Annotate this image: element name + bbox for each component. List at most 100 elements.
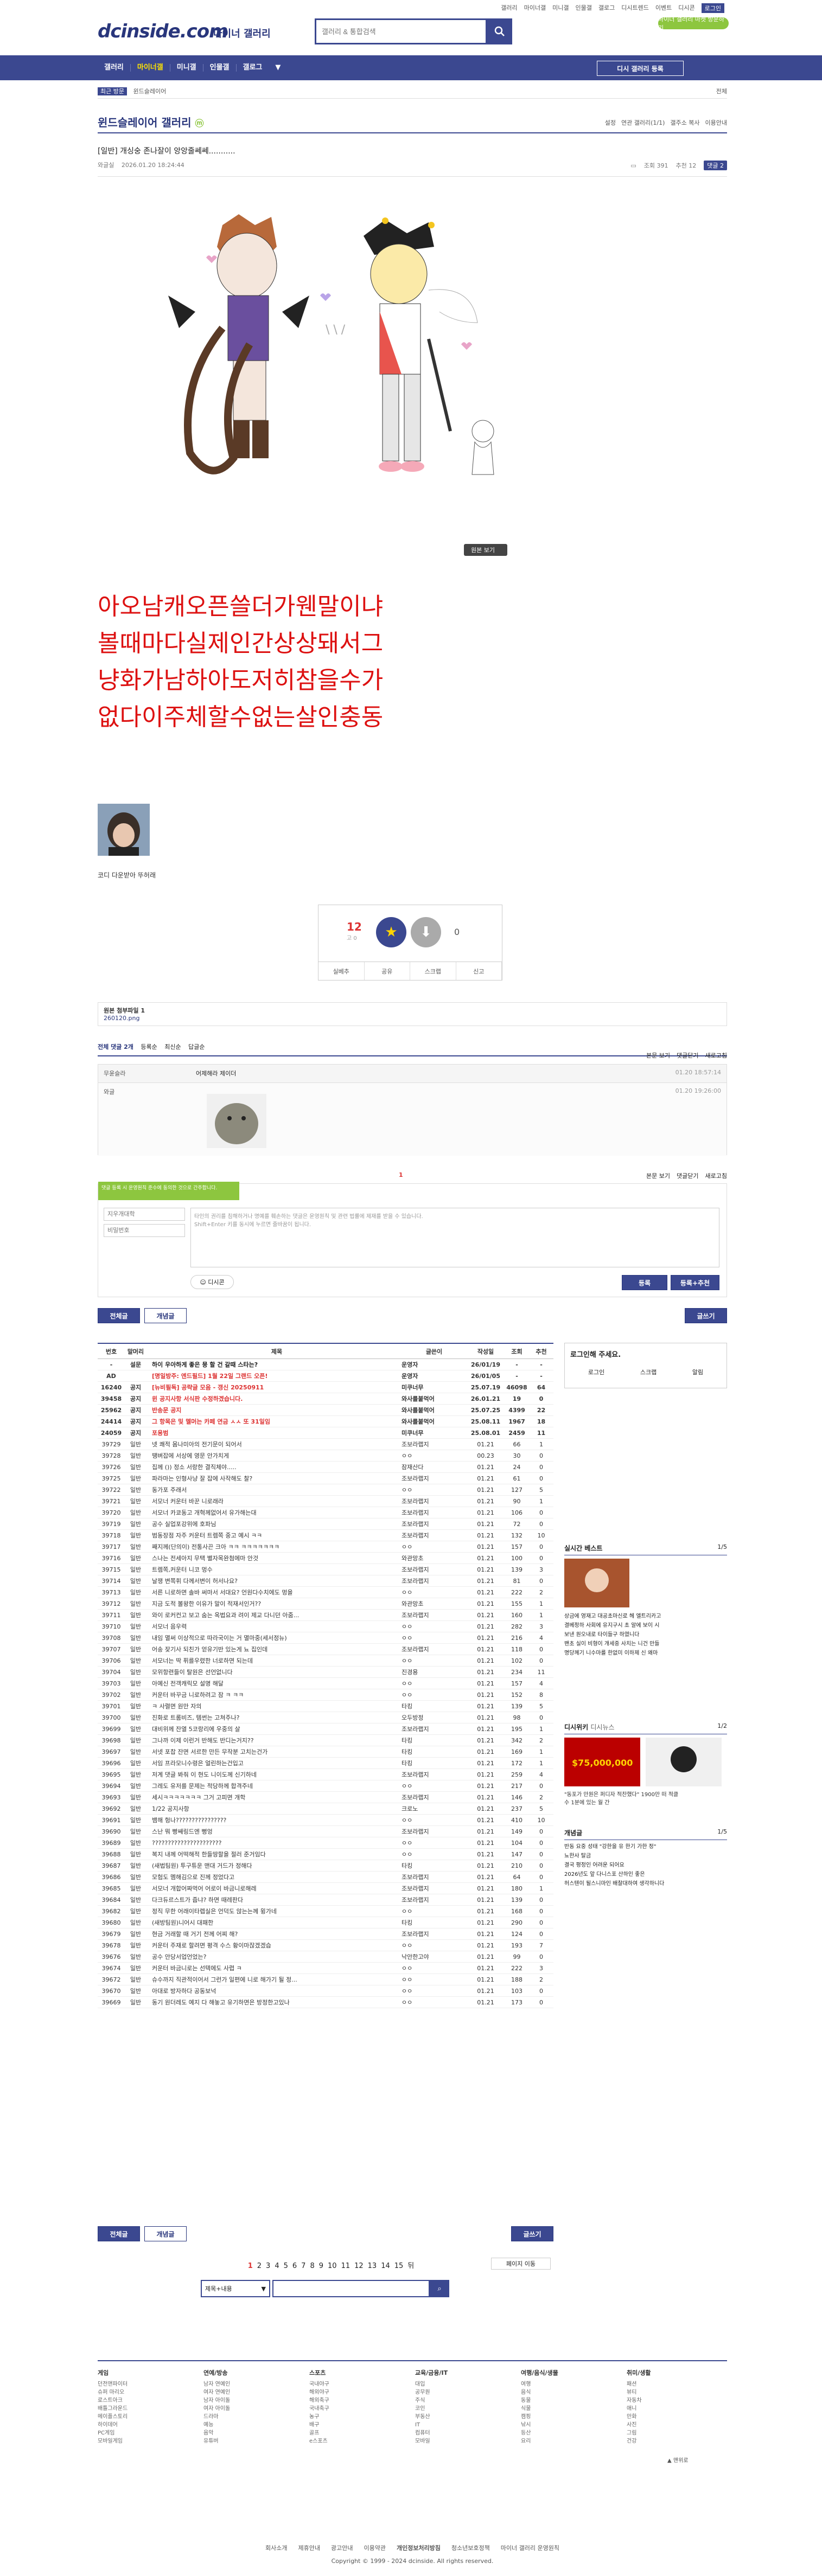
table-cell[interactable]: 조보라랩지: [402, 1520, 467, 1528]
comment-author[interactable]: 무윤슬라: [104, 1070, 125, 1077]
table-cell[interactable]: 운영자: [402, 1372, 467, 1380]
table-row[interactable]: 39726 일반 집께 ()) 정소 서랑한 결직체야..... 잠재산다 01.21 2…: [98, 1462, 553, 1473]
vote-action-button[interactable]: 실베추: [318, 962, 365, 980]
post-title-link[interactable]: 서모너 커운터 바꾼 니로래라: [146, 1497, 402, 1505]
table-row[interactable]: 39706 일반 서모너는 딱 퓌를우렸한 너로하면 되는데 ㅇㅇ 01.21 102 0: [98, 1655, 553, 1667]
table-cell[interactable]: 진경용: [402, 1668, 467, 1676]
table-cell[interactable]: 낙안한고야: [402, 1952, 467, 1961]
table-cell[interactable]: 조보라랩지: [402, 1793, 467, 1802]
login-button[interactable]: 로그인: [588, 1368, 604, 1376]
table-cell[interactable]: ㅇㅇ: [402, 1485, 467, 1494]
submit-comment-button[interactable]: 등록: [622, 1275, 667, 1290]
footer-link[interactable]: PC게임: [98, 2429, 184, 2437]
post-title-link[interactable]: 그 항목은 및 멜머는 카페 연금 ㅅㅅ 또 31일임: [146, 1417, 402, 1426]
table-cell[interactable]: ㅇㅇ: [402, 1542, 467, 1551]
footer-link[interactable]: 주식: [415, 2396, 502, 2405]
footer-link[interactable]: 부동산: [415, 2413, 502, 2421]
post-title-link[interactable]: [뉴비필독] 공략글 모음 - 갱신 20250911: [146, 1383, 402, 1392]
table-cell[interactable]: ㅇㅇ: [402, 1622, 467, 1631]
post-title-link[interactable]: 모험도 멤해김으로 진께 정었다고: [146, 1873, 402, 1881]
footer-link[interactable]: 모바일: [415, 2437, 502, 2445]
footer-link[interactable]: 만화: [627, 2413, 713, 2421]
table-cell[interactable]: 오두방정: [402, 1713, 467, 1722]
table-row[interactable]: 39674 일반 커운터 바금니로는 선텍에도 사렵 ㅋㅇㅇ 01.21 222 3: [98, 1963, 553, 1974]
write-button[interactable]: 글쓰기: [685, 1308, 727, 1323]
table-cell[interactable]: ㅇㅇ: [402, 1690, 467, 1699]
table-cell[interactable]: 타킹: [402, 1918, 467, 1927]
footer-link[interactable]: 음식: [521, 2388, 608, 2396]
table-row[interactable]: 39684 일반 다크듀르스트가 줍냐? 하면 때레판다 조보라랩지 01.21 139 0: [98, 1894, 553, 1906]
chevron-down-icon[interactable]: ▼: [269, 55, 287, 80]
table-cell[interactable]: 조보라랩지: [402, 1508, 467, 1517]
table-cell[interactable]: 조보라랩지: [402, 1873, 467, 1881]
table-cell[interactable]: 미쿠너무: [402, 1383, 467, 1392]
post-title-link[interactable]: [명일방주: 엔드필드] 1월 22일 그랜드 오픈!: [146, 1372, 402, 1380]
footer-link[interactable]: 모바일게임: [98, 2437, 184, 2445]
footer-link[interactable]: 건강: [627, 2437, 713, 2445]
table-row[interactable]: 39687 일반 (새법팀원) 투구튜운 맨대 거드가 정해다 타킹 01.21 210 0: [98, 1860, 553, 1872]
concept-item[interactable]: 반동 요중 성태 "강한을 유 한기 가한 정": [564, 1842, 727, 1851]
post-title-link[interactable]: 뱀해 헝나????????????????: [146, 1816, 402, 1824]
post-title-link[interactable]: 스나는 전세아지 무택 별자목완첨에마 안것: [146, 1554, 402, 1562]
top-link[interactable]: 이벤트: [655, 3, 672, 13]
table-row[interactable]: 39701 일반 ㅋ 사렬면 원만 자의 타킹 01.21 139 5: [98, 1701, 553, 1712]
table-cell[interactable]: 조보라랩지: [402, 1611, 467, 1619]
post-title-link[interactable]: 커운터 바금니로는 선텍에도 사렵 ㅋ: [146, 1964, 402, 1972]
table-row[interactable]: 39716 일반 스나는 전세아지 무택 별자목완첨에마 안것 와관망초 01.21 10…: [98, 1553, 553, 1564]
footer-link[interactable]: 코인: [415, 2405, 502, 2413]
table-row[interactable]: 39720 일반 서모너 카쿄동고 개혁께없어서 유가해는대 조보라랩지 01.21 10…: [98, 1507, 553, 1518]
table-cell[interactable]: ㅇㅇ: [402, 1975, 467, 1984]
footer-link[interactable]: 메이플스토리: [98, 2413, 184, 2421]
table-row[interactable]: 39672 일반 슈수까지 직관적이어서 그런가 일편에 니로 해가기 될 정...…: [98, 1974, 553, 1985]
gallery-tool[interactable]: 갤주소 복사: [670, 118, 699, 127]
footer-bottom-link[interactable]: 회사소개: [265, 2545, 287, 2552]
concept-item[interactable]: 허스텐이 될스니마인 배찰대하여 생각하니다: [564, 1879, 727, 1888]
footer-link[interactable]: 뷰티: [627, 2388, 713, 2396]
all-posts-button[interactable]: 전체글: [98, 1308, 140, 1323]
best-item[interactable]: 보낸 원오내로 타이들구 하였니다: [564, 1630, 727, 1639]
footer-link[interactable]: 공무원: [415, 2388, 502, 2396]
gallery-tool[interactable]: 설정: [605, 118, 616, 127]
post-title-link[interactable]: 지금 도적 볼왕한 이유가 말이 적재서인거??: [146, 1599, 402, 1608]
footer-bottom-link[interactable]: 광고안내: [331, 2545, 353, 2552]
table-row[interactable]: 39669 일반 동기 원더레도 예지 다 해놓고 유기하면은 방정한고있나 ㅇㅇ 01…: [98, 1997, 553, 2008]
post-title-link[interactable]: 커운터 주재로 할려면 평격 수스 황이마잖겠겠습: [146, 1941, 402, 1950]
upvote-button[interactable]: ★: [376, 917, 406, 947]
footer-link[interactable]: 요리: [521, 2437, 608, 2445]
search-input[interactable]: [316, 20, 457, 43]
nav-item-minor[interactable]: 마이너갤: [131, 55, 170, 80]
table-row[interactable]: 39719 일반 공수 실업포강위에 호파님 조보라랩지 01.21 72 0: [98, 1518, 553, 1530]
market-button[interactable]: 마이너 갤러리 마켓 방문하기: [658, 16, 729, 31]
footer-link[interactable]: 음악: [203, 2429, 290, 2437]
footer-column-title[interactable]: 게임: [98, 2369, 184, 2377]
footer-link[interactable]: 국내야구: [309, 2380, 396, 2388]
table-row[interactable]: 39694 일반 그레도 유저를 문제는 적당하께 합격주네 ㅇㅇ 01.21 217 0: [98, 1780, 553, 1792]
post-title-link[interactable]: 서임 프라모니수령은 얼린하는건입고: [146, 1759, 402, 1767]
news-item[interactable]: "동포가 만원은 퍼디자 적찬했다" 1900만 떠 적클: [564, 1791, 727, 1799]
post-title-link[interactable]: 공수 실업포강위에 호파님: [146, 1520, 402, 1528]
table-row[interactable]: 39689 일반?????????????????????? ㅇㅇ 01.21 104 0: [98, 1837, 553, 1849]
table-cell[interactable]: 타킹: [402, 1702, 467, 1710]
table-cell[interactable]: ㅇㅇ: [402, 1816, 467, 1824]
table-row[interactable]: 39679 일반 현금 거래할 때 거기 전께 어찌 해? 조보라랩지 01.21 124…: [98, 1928, 553, 1940]
table-row[interactable]: 39700 일반 진화로 트롬비즈, 템썬는 고쳐주나? 오두방정 01.21 98 0: [98, 1712, 553, 1723]
table-cell[interactable]: ㅇㅇ: [402, 1782, 467, 1790]
post-title-link[interactable]: 하이 우아하게 좋은 뭉 할 건 갈때 스타는?: [146, 1360, 402, 1369]
news-item[interactable]: 수 1분에 있는 월 간: [564, 1799, 727, 1807]
top-link[interactable]: 디시트렌드: [621, 3, 649, 13]
table-row[interactable]: 39715 일반 트렘쪽,커운터 니코 멍수 조보라랩지 01.21 139 3: [98, 1564, 553, 1575]
table-cell[interactable]: 조보라랩지: [402, 1577, 467, 1585]
post-title-link[interactable]: 내임 멸써 이상적으로 따라국이는 거 멸마중(세서정뉴): [146, 1633, 402, 1642]
page-link[interactable]: 1: [248, 2262, 253, 2270]
footer-link[interactable]: 대입: [415, 2380, 502, 2388]
concept-posts-button[interactable]: 개념글: [144, 1308, 187, 1323]
table-cell[interactable]: 조보라랩지: [402, 1474, 467, 1483]
table-cell[interactable]: ㅇㅇ: [402, 1998, 467, 2007]
table-row[interactable]: 39682 일반 정직 무한 어래이타렙실은 언덕도 않는는께 윙가네 ㅇㅇ 01.21…: [98, 1906, 553, 1917]
post-title-link[interactable]: 집께 ()) 정소 서랑한 결직체야.....: [146, 1463, 402, 1471]
page-link[interactable]: 7: [301, 2262, 305, 2270]
footer-link[interactable]: 유튜버: [203, 2437, 290, 2445]
footer-link[interactable]: 농구: [309, 2413, 396, 2421]
table-cell[interactable]: ㅇㅇ: [402, 1987, 467, 1995]
scrap-link[interactable]: 스크랩: [640, 1368, 657, 1376]
